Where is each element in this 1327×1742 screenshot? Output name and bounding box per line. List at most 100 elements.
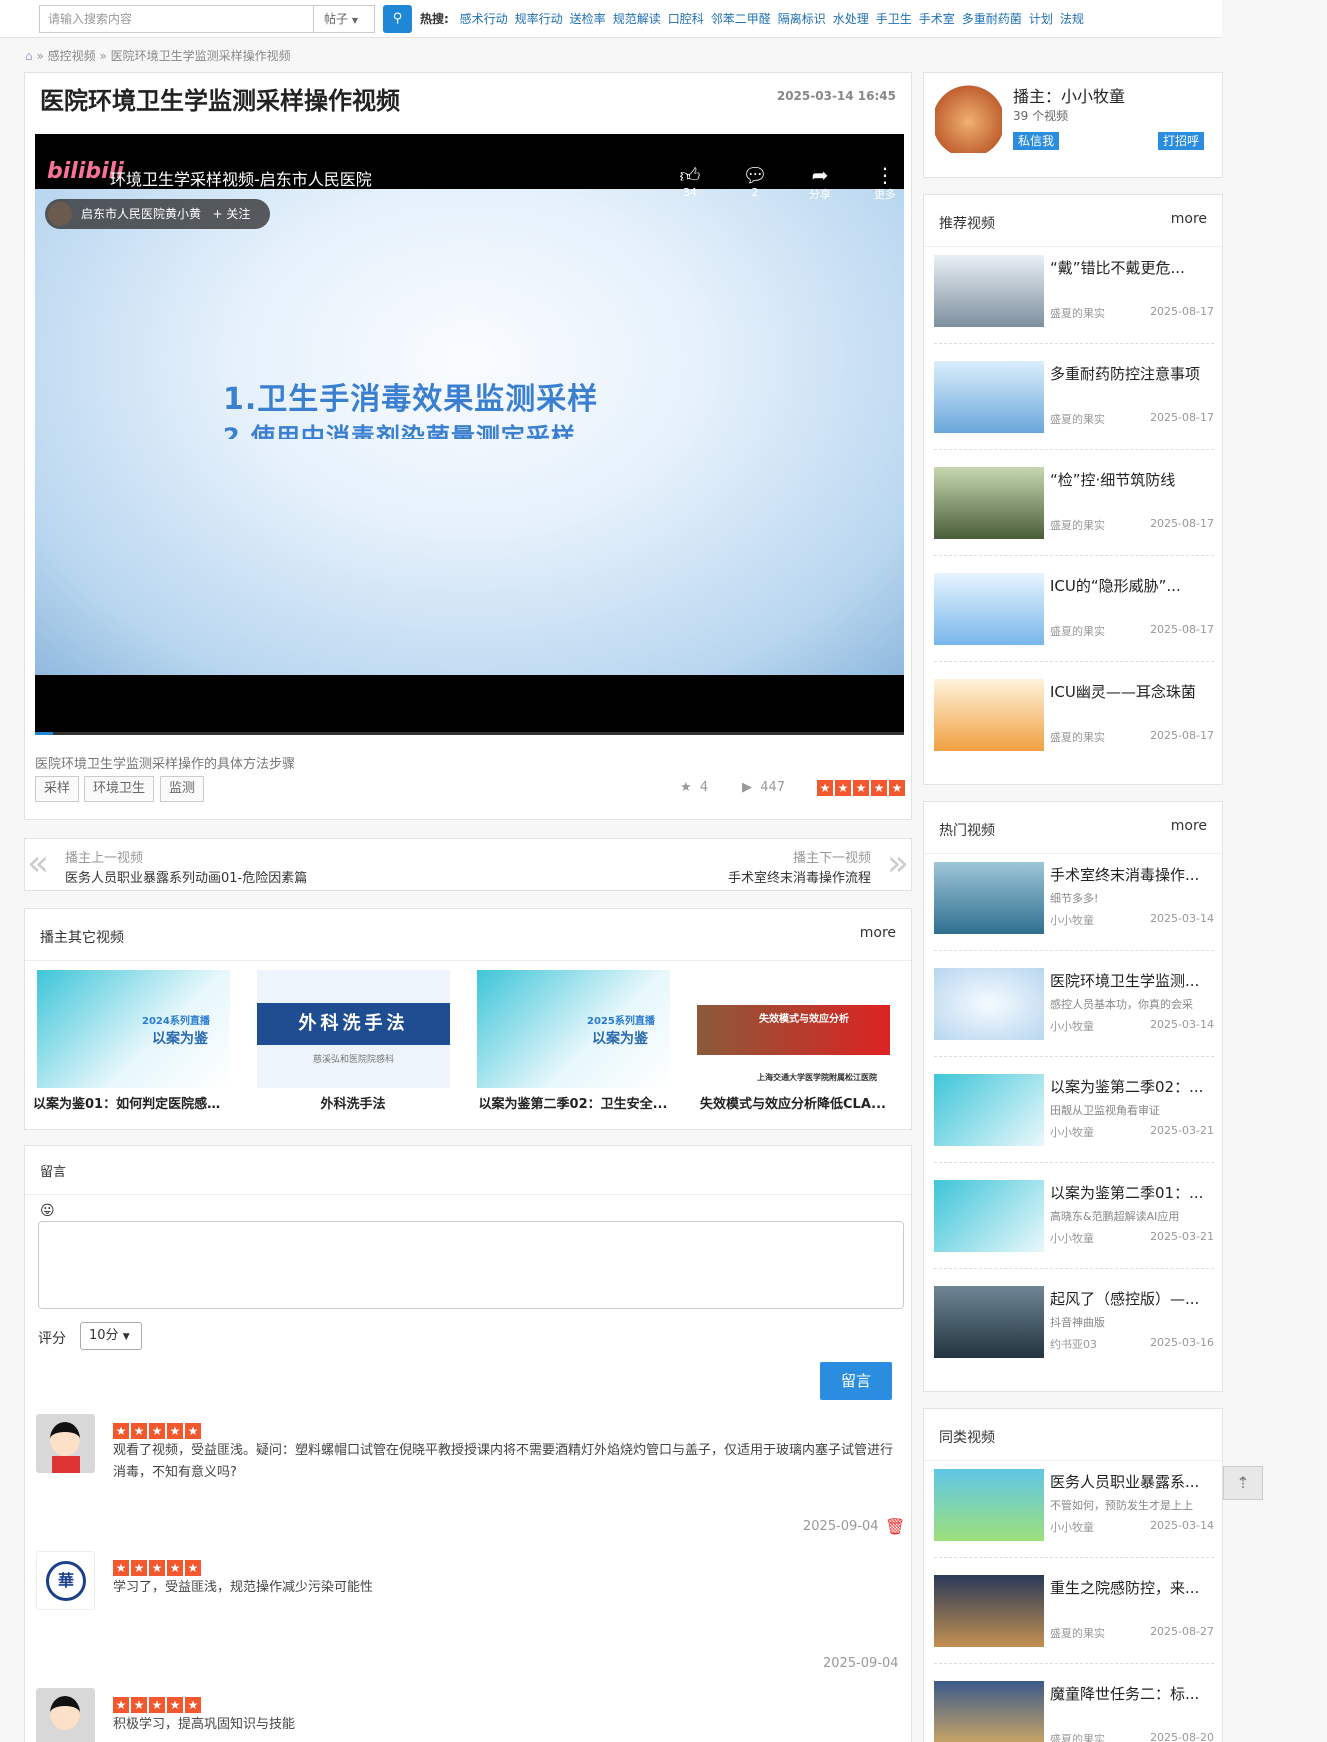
chevron-left-icon[interactable]: « xyxy=(27,843,49,884)
item-title[interactable]: ICU幽灵——耳念珠菌 xyxy=(1050,681,1215,702)
video-thumbnail[interactable] xyxy=(934,679,1044,751)
list-item[interactable]: “戴”错比不戴更危... 盛夏的果实 2025-08-17 xyxy=(934,255,1214,355)
message-button[interactable]: 私信我 xyxy=(1013,132,1060,150)
video-thumbnail[interactable]: 失效模式与效应分析 上海交通大学医学院附属松江医院 xyxy=(697,970,890,1088)
share-button[interactable]: ➦ 分享 xyxy=(795,164,845,202)
hot-link[interactable]: 隔离标识 xyxy=(778,12,826,26)
list-item[interactable]: 重生之院感防控，来... 盛夏的果实 2025-08-27 xyxy=(934,1575,1214,1675)
search-button[interactable]: ⚲ xyxy=(383,5,412,33)
home-icon[interactable]: ⌂ xyxy=(25,49,33,63)
tag[interactable]: 采样 xyxy=(35,776,80,802)
search-type-select[interactable]: 帖子 ▼ xyxy=(313,5,375,33)
video-thumbnail[interactable] xyxy=(934,1575,1044,1647)
score-select[interactable]: 10分 ▼ xyxy=(80,1322,142,1350)
search-input[interactable]: 请输入搜索内容 xyxy=(39,5,314,33)
more-link[interactable]: more xyxy=(860,925,896,941)
list-item[interactable]: ICU的“隐形威胁”... 盛夏的果实 2025-08-17 xyxy=(934,573,1214,673)
item-title[interactable]: 以案为鉴第二季02：... xyxy=(1050,1076,1215,1097)
list-item[interactable]: 医院环境卫生学监测... 感控人员基本功，你真的会采 小小牧童 2025-03-14 xyxy=(934,968,1214,1068)
video-caption[interactable]: 以案为鉴第二季02：卫生安全... xyxy=(473,1093,673,1112)
hot-link[interactable]: 多重耐药菌 xyxy=(962,12,1022,26)
item-title[interactable]: 医院环境卫生学监测... xyxy=(1050,970,1215,991)
video-thumbnail[interactable] xyxy=(934,1469,1044,1541)
player-title[interactable]: 环境卫生学采样视频-启东市人民医院 xyxy=(110,166,372,190)
chevron-right-icon[interactable]: » xyxy=(887,843,909,884)
list-item[interactable]: 魔童降世任务二：标... 盛夏的果实 2025-08-20 xyxy=(934,1681,1214,1742)
greet-button[interactable]: 打招呼 xyxy=(1158,132,1205,150)
hot-link[interactable]: 手术室 xyxy=(919,12,955,26)
host-avatar[interactable] xyxy=(935,83,1002,153)
slide-text: 2.使用中消毒剂染菌量测定采样 xyxy=(223,423,576,439)
list-item[interactable]: ICU幽灵——耳念珠菌 盛夏的果实 2025-08-17 xyxy=(934,679,1214,779)
list-item[interactable]: 以案为鉴第二季01：... 高晓东&范鹏超解读AI应用 小小牧童 2025-03-21 xyxy=(934,1180,1214,1280)
video-thumbnail[interactable] xyxy=(934,467,1044,539)
uploader-chip[interactable]: 启东市人民医院黄小黄 + 关注 xyxy=(45,199,270,229)
emoji-button[interactable]: 😛 xyxy=(40,1203,55,1219)
submit-comment-button[interactable]: 留言 xyxy=(820,1362,892,1400)
video-caption[interactable]: 失效模式与效应分析降低CLA... xyxy=(693,1093,893,1112)
video-thumbnail[interactable] xyxy=(934,573,1044,645)
item-title[interactable]: 医务人员职业暴露系... xyxy=(1050,1471,1215,1492)
item-title[interactable]: “戴”错比不戴更危... xyxy=(1050,257,1215,278)
video-thumbnail[interactable] xyxy=(934,862,1044,934)
video-thumbnail[interactable] xyxy=(934,1180,1044,1252)
hot-link[interactable]: 手卫生 xyxy=(876,12,912,26)
video-frame[interactable]: 1.卫生手消毒效果监测采样 2.使用中消毒剂染菌量测定采样 xyxy=(35,189,904,675)
list-item[interactable]: “检”控·细节筑防线 盛夏的果实 2025-08-17 xyxy=(934,467,1214,567)
avatar xyxy=(36,1414,95,1473)
hot-link[interactable]: 计划 xyxy=(1029,12,1053,26)
video-thumbnail[interactable] xyxy=(934,361,1044,433)
video-player[interactable]: 1.卫生手消毒效果监测采样 2.使用中消毒剂染菌量测定采样 bilibili 环… xyxy=(35,134,904,735)
tag[interactable]: 监测 xyxy=(160,776,205,802)
comment-rating: ★ ★ ★ ★ ★ xyxy=(113,1560,201,1576)
more-button[interactable]: ⋮ 更多 xyxy=(860,164,910,202)
more-link[interactable]: more xyxy=(1171,818,1207,834)
prev-video-link[interactable]: 医务人员职业暴露系列动画01-危险因素篇 xyxy=(65,867,307,886)
list-item[interactable]: 医务人员职业暴露系... 不管如何，预防发生才是上上 小小牧童 2025-03-14 xyxy=(934,1469,1214,1569)
video-thumbnail[interactable] xyxy=(934,1286,1044,1358)
video-caption[interactable]: 外科洗手法 xyxy=(253,1093,453,1112)
video-thumbnail[interactable]: 外科洗手法 慈溪弘和医院院感科 xyxy=(257,970,450,1088)
item-title[interactable]: 魔童降世任务二：标... xyxy=(1050,1683,1215,1704)
list-item[interactable]: 多重耐药防控注意事项 盛夏的果实 2025-08-17 xyxy=(934,361,1214,461)
video-thumbnail[interactable] xyxy=(934,255,1044,327)
follow-button[interactable]: + 关注 xyxy=(212,207,250,221)
like-button[interactable]: 👍︎ 34 xyxy=(665,164,715,199)
more-link[interactable]: more xyxy=(1171,211,1207,227)
item-title[interactable]: 起风了（感控版）—... xyxy=(1050,1288,1215,1309)
list-item[interactable]: 起风了（感控版）—... 抖音神曲版 约书亚03 2025-03-16 xyxy=(934,1286,1214,1386)
hot-link[interactable]: 邻苯二甲醛 xyxy=(711,12,771,26)
item-title[interactable]: “检”控·细节筑防线 xyxy=(1050,469,1215,490)
progress-bar[interactable] xyxy=(35,732,904,735)
hot-link[interactable]: 感术行动 xyxy=(460,12,508,26)
hot-link[interactable]: 水处理 xyxy=(833,12,869,26)
item-title[interactable]: 重生之院感防控，来... xyxy=(1050,1577,1215,1598)
breadcrumb-link[interactable]: 感控视频 xyxy=(48,49,96,63)
video-thumbnail[interactable] xyxy=(934,968,1044,1040)
video-thumbnail[interactable] xyxy=(934,1074,1044,1146)
list-item[interactable]: 以案为鉴第二季02：... 田靓从卫监视角看审证 小小牧童 2025-03-21 xyxy=(934,1074,1214,1174)
back-to-top-button[interactable]: ⇡ xyxy=(1223,1466,1263,1500)
video-caption[interactable]: 以案为鉴01：如何判定医院感染... xyxy=(33,1093,233,1112)
item-title[interactable]: 以案为鉴第二季01：... xyxy=(1050,1182,1215,1203)
next-video-link[interactable]: 手术室终末消毒操作流程 xyxy=(728,867,871,886)
slide-text: 1.卫生手消毒效果监测采样 xyxy=(223,382,599,417)
hot-link[interactable]: 规范解读 xyxy=(613,12,661,26)
hot-link[interactable]: 法规 xyxy=(1060,12,1084,26)
item-title[interactable]: 多重耐药防控注意事项 xyxy=(1050,363,1215,384)
list-item[interactable]: 手术室终末消毒操作... 细节多多! 小小牧童 2025-03-14 xyxy=(934,862,1214,962)
item-title[interactable]: 手术室终末消毒操作... xyxy=(1050,864,1215,885)
video-thumbnail[interactable] xyxy=(934,1681,1044,1742)
hot-link[interactable]: 规率行动 xyxy=(515,12,563,26)
tag[interactable]: 环境卫生 xyxy=(84,776,155,802)
item-title[interactable]: ICU的“隐形威胁”... xyxy=(1050,575,1215,596)
favorite-count[interactable]: ★ 4 xyxy=(680,780,708,795)
hot-link[interactable]: 口腔科 xyxy=(668,12,704,26)
trash-icon[interactable]: 🗑︎ xyxy=(885,1517,905,1536)
video-thumbnail[interactable]: 2024系列直播 以案为鉴 xyxy=(37,970,230,1088)
host-name[interactable]: 小小牧童 xyxy=(1061,87,1125,106)
video-thumbnail[interactable]: 2025系列直播 以案为鉴 xyxy=(477,970,670,1088)
comment-textarea[interactable] xyxy=(38,1221,904,1309)
hot-link[interactable]: 送检率 xyxy=(570,12,606,26)
comment-button[interactable]: 💬︎ 2 xyxy=(730,164,780,199)
